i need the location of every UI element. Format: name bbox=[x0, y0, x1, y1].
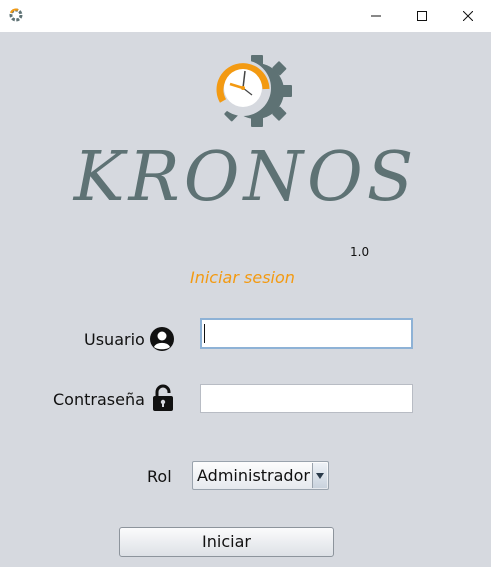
minimize-icon bbox=[371, 15, 381, 17]
password-label: Contraseña bbox=[53, 390, 145, 409]
close-icon bbox=[463, 11, 473, 21]
app-icon bbox=[8, 7, 24, 23]
role-selected-value: Administrador bbox=[197, 466, 310, 485]
dropdown-arrow-button[interactable] bbox=[312, 463, 327, 488]
minimize-button[interactable] bbox=[353, 0, 399, 32]
maximize-button[interactable] bbox=[399, 0, 445, 32]
title-bar bbox=[0, 0, 491, 32]
app-version: 1.0 bbox=[350, 245, 370, 259]
app-name: KRONOS bbox=[73, 138, 418, 217]
maximize-icon bbox=[417, 11, 427, 21]
clock-gear-logo bbox=[215, 55, 292, 127]
role-label: Rol bbox=[147, 467, 172, 486]
login-panel: KRONOS 1.0 Iniciar sesion Usuario Contra… bbox=[0, 32, 491, 567]
user-label: Usuario bbox=[84, 330, 145, 349]
lock-icon bbox=[153, 384, 173, 411]
password-input[interactable] bbox=[200, 384, 413, 413]
role-select[interactable]: Administrador bbox=[192, 461, 329, 490]
login-title: Iniciar sesion bbox=[190, 268, 295, 287]
login-button[interactable]: Iniciar bbox=[119, 527, 334, 557]
chevron-down-icon bbox=[316, 472, 324, 479]
username-input[interactable] bbox=[200, 318, 413, 349]
user-icon bbox=[150, 327, 174, 351]
text-caret bbox=[204, 324, 205, 343]
close-button[interactable] bbox=[445, 0, 491, 32]
